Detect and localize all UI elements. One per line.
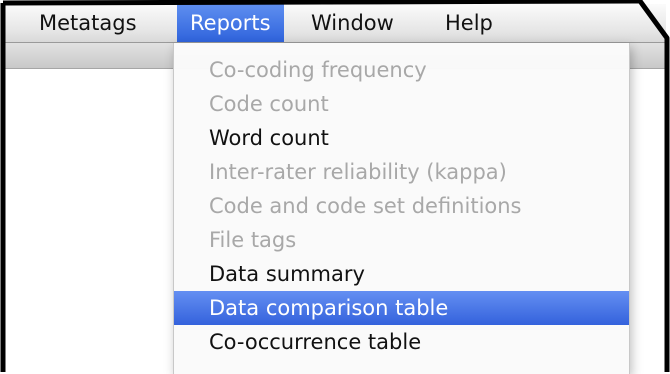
menu-help[interactable]: Help	[432, 4, 506, 42]
menu-metatags[interactable]: Metatags	[26, 4, 150, 42]
menu-bar: Metatags Reports Window Help	[4, 4, 666, 43]
menu-item-data-comparison-table[interactable]: Data comparison table	[174, 291, 629, 325]
menu-item-code-count: Code count	[209, 92, 329, 116]
menu-item-data-summary[interactable]: Data summary	[174, 257, 629, 291]
reports-dropdown-menu: Co-coding frequency Code count Word coun…	[173, 43, 630, 374]
menu-item-word-count[interactable]: Word count	[174, 121, 629, 155]
menu-item-file-tags: File tags	[209, 228, 297, 252]
menu-item-code-definitions: Code and code set definitions	[209, 194, 522, 218]
menu-item-co-occurrence-table[interactable]: Co-occurrence table	[174, 325, 629, 359]
menu-reports[interactable]: Reports	[177, 4, 284, 42]
menu-window[interactable]: Window	[298, 4, 407, 42]
menu-item-co-coding-frequency: Co-coding frequency	[209, 58, 427, 82]
screenshot-stage: Metatags Reports Window Help Co-coding f…	[0, 0, 670, 374]
menu-item-inter-rater-reliability: Inter-rater reliability (kappa)	[209, 160, 507, 184]
